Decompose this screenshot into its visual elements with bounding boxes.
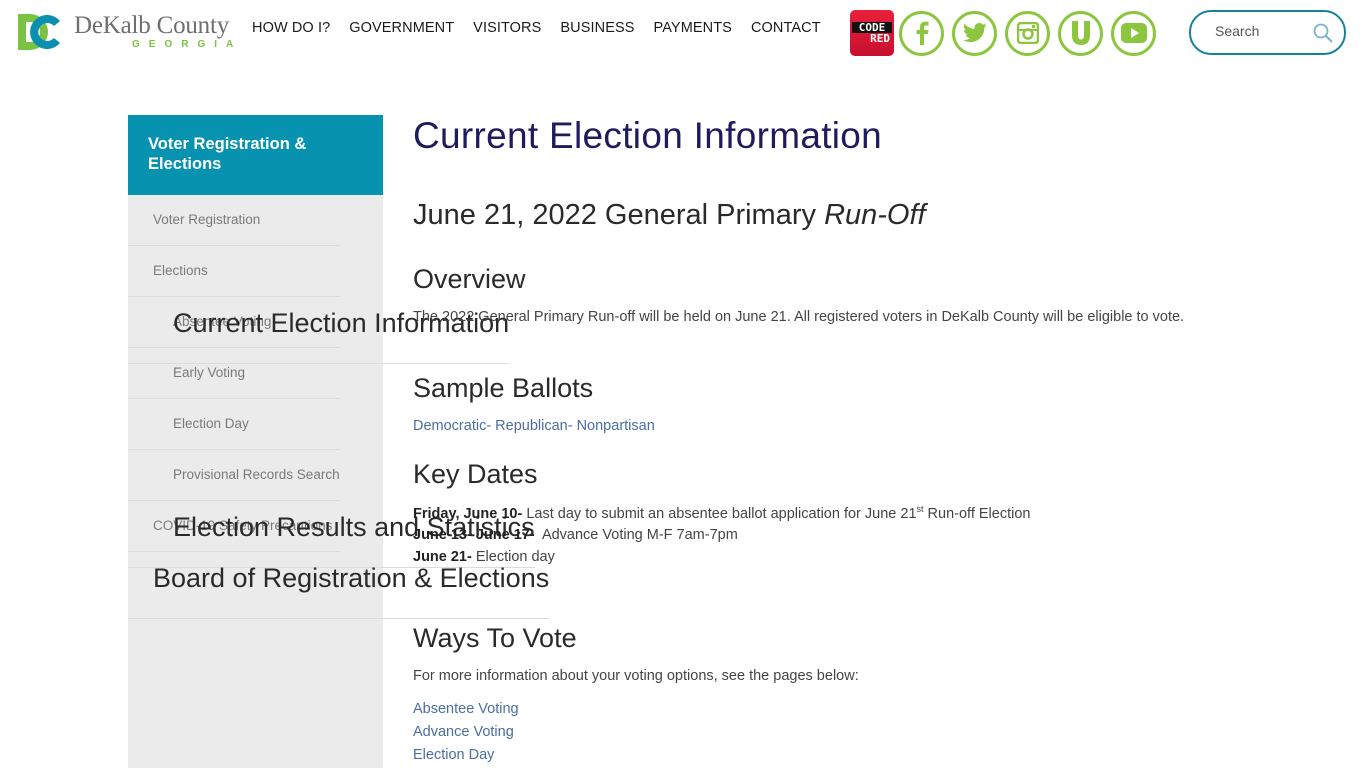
codered-label: RED (870, 32, 890, 45)
sidebar-item-elections[interactable]: Elections (128, 246, 340, 297)
site-logo[interactable]: DeKalb County GEORGIA (16, 12, 242, 52)
sidebar-heading[interactable]: Voter Registration & Elections (128, 115, 383, 195)
key-date-after: Run-off Election (923, 505, 1031, 522)
key-date-sup: st (916, 504, 924, 514)
nav-how-do-i[interactable]: HOW DO I? (252, 20, 330, 36)
sidebar-item-election-day[interactable]: Election Day (128, 399, 340, 450)
logo-subtitle: GEORGIA (132, 39, 243, 50)
sidebar-item-provisional-records-search[interactable]: Provisional Records Search (128, 450, 340, 501)
nav-visitors[interactable]: VISITORS (473, 20, 541, 36)
advance-voting-link[interactable]: Advance Voting (413, 724, 514, 740)
key-date-text: Last day to submit an absentee ballot ap… (522, 505, 917, 522)
overview-heading: Overview (413, 264, 526, 294)
key-dates-heading: Key Dates (413, 459, 538, 489)
key-date-text: Advance Voting M-F 7am-7pm (534, 527, 738, 543)
codered-button[interactable]: CODE RED (850, 10, 894, 56)
instagram-icon[interactable] (1005, 10, 1050, 56)
nav-payments[interactable]: PAYMENTS (654, 20, 732, 36)
youtube-icon[interactable] (1111, 10, 1156, 56)
nav-government[interactable]: GOVERNMENT (349, 20, 454, 36)
site-header: DeKalb County GEORGIA HOW DO I? GOVERNME… (0, 0, 1366, 66)
search-icon[interactable] (1312, 22, 1334, 49)
ways-to-vote-intro: For more information about your voting o… (413, 668, 859, 684)
main-nav: HOW DO I? GOVERNMENT VISITORS BUSINESS P… (252, 20, 840, 36)
absentee-voting-link[interactable]: Absentee Voting (413, 701, 519, 717)
social-links: CODE RED (850, 10, 1164, 56)
key-date-item: June 13- June 17- Advance Voting M-F 7am… (413, 527, 738, 543)
sidebar: Voter Registration & Elections Voter Reg… (128, 115, 550, 768)
key-date-item: June 21- Election day (413, 549, 555, 565)
key-date-label: June 13- June 17- (413, 527, 535, 543)
key-date-item: Friday, June 10- Last day to submit an a… (413, 504, 1030, 522)
sample-ballots-link[interactable]: Democratic- Republican- Nonpartisan (413, 418, 655, 434)
ways-to-vote-heading: Ways To Vote (413, 623, 577, 653)
election-heading-emphasis: Run-Off (824, 199, 926, 231)
dc-logo-icon (16, 12, 64, 52)
sample-ballots-heading: Sample Ballots (413, 373, 594, 403)
facebook-icon[interactable] (899, 10, 944, 56)
election-heading: June 21, 2022 General Primary Run-Off (413, 199, 926, 232)
overview-text: The 2022 General Primary Run-off will be… (413, 309, 1185, 325)
election-heading-text: June 21, 2022 General Primary (413, 199, 825, 231)
nav-contact[interactable]: CONTACT (751, 20, 821, 36)
twitter-icon[interactable] (952, 10, 997, 56)
page-title: Current Election Information (413, 115, 883, 156)
key-date-label: Friday, June 10- (413, 505, 523, 522)
key-date-label: June 21- (413, 549, 472, 565)
logo-name: DeKalb County (74, 12, 230, 39)
search-box (1189, 10, 1346, 55)
search-input[interactable] (1215, 23, 1315, 39)
sidebar-item-voter-registration[interactable]: Voter Registration (128, 195, 340, 246)
nav-business[interactable]: BUSINESS (560, 20, 634, 36)
key-date-text: Election day (471, 549, 555, 565)
election-day-link[interactable]: Election Day (413, 747, 494, 763)
u-icon[interactable] (1058, 10, 1103, 56)
